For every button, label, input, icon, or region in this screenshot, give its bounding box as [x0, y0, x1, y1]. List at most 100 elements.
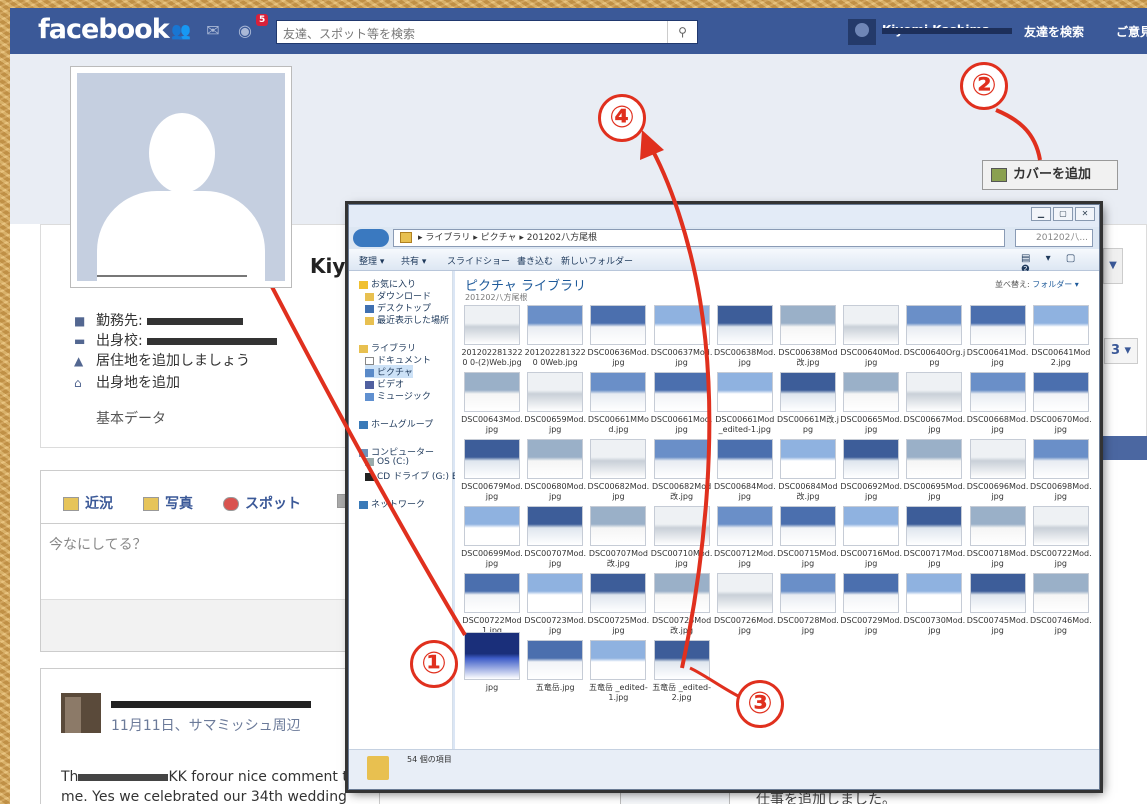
file-thumbnail[interactable]: [1032, 573, 1089, 613]
search-input[interactable]: 友達、スポット等を検索 ⚲: [276, 20, 698, 44]
story-authors[interactable]: [111, 697, 311, 712]
file-thumbnail[interactable]: [780, 372, 836, 412]
profile-picture[interactable]: [70, 66, 292, 288]
nav-drive-c[interactable]: OS (C:): [365, 457, 409, 467]
file-thumbnail[interactable]: [527, 506, 584, 546]
nav-drive-g[interactable]: CD ドライブ (G:) El: [365, 469, 460, 482]
file-thumbnail[interactable]: [653, 372, 710, 412]
nav-music[interactable]: ミュージック: [365, 389, 431, 402]
avatar[interactable]: [61, 693, 101, 733]
file-thumbnail[interactable]: [843, 305, 900, 345]
file-thumbnail[interactable]: [527, 372, 584, 412]
file-thumbnail[interactable]: [843, 372, 900, 412]
file-name: DSC00679Mod.jpg: [461, 482, 523, 501]
window-titlebar[interactable]: ▁ ▢ ✕: [349, 205, 1099, 227]
file-thumbnail[interactable]: [653, 439, 710, 479]
add-hometown-link[interactable]: ⌂ 出身地を追加: [74, 372, 180, 392]
file-thumbnail[interactable]: [590, 573, 647, 613]
file-thumbnail[interactable]: [527, 640, 584, 680]
maximize-button[interactable]: ▢: [1053, 207, 1073, 221]
file-thumbnail[interactable]: [1032, 305, 1089, 345]
avatar[interactable]: [848, 19, 876, 45]
file-thumbnail[interactable]: [464, 439, 520, 479]
file-thumbnail[interactable]: [590, 640, 647, 680]
burn-button[interactable]: 書き込む: [517, 254, 553, 267]
user-name-link[interactable]: Kiyomi Kashima: [882, 23, 1012, 37]
file-thumbnail[interactable]: [906, 372, 963, 412]
nav-homegroup[interactable]: ホームグループ: [359, 417, 433, 430]
file-thumbnail[interactable]: [716, 372, 773, 412]
file-thumbnail[interactable]: [653, 506, 710, 546]
basic-data-link[interactable]: 基本データ: [96, 408, 166, 428]
chevron-down-icon[interactable]: ▼: [1103, 248, 1123, 284]
file-name: DSC00665Mod.jpg: [840, 415, 903, 434]
file-thumbnail[interactable]: [969, 372, 1026, 412]
file-name: DSC00725Mod 改.jpg: [652, 616, 712, 635]
add-residence-link[interactable]: ▲ 居住地を追加しましょう: [74, 350, 250, 370]
file-thumbnail[interactable]: [590, 305, 647, 345]
file-thumbnail[interactable]: [653, 573, 710, 613]
file-thumbnail[interactable]: [843, 506, 900, 546]
file-thumbnail[interactable]: [464, 372, 520, 412]
new-folder-button[interactable]: 新しいフォルダー: [561, 254, 633, 267]
file-thumbnail[interactable]: [969, 573, 1026, 613]
tab-photo[interactable]: 写真: [143, 493, 193, 513]
tab-spot[interactable]: スポット: [223, 493, 301, 513]
facebook-logo[interactable]: facebook: [38, 14, 170, 45]
file-thumbnail[interactable]: [843, 573, 900, 613]
file-thumbnail[interactable]: [780, 573, 836, 613]
file-thumbnail[interactable]: [843, 439, 900, 479]
file-thumbnail[interactable]: [780, 305, 836, 345]
file-thumbnail[interactable]: [716, 439, 773, 479]
find-friends-link[interactable]: 友達を検索: [1024, 23, 1084, 40]
file-thumbnail[interactable]: [464, 573, 520, 613]
slideshow-button[interactable]: スライドショー: [447, 254, 510, 267]
file-thumbnail[interactable]: [464, 305, 520, 345]
count-dropdown[interactable]: 3 ▾: [1104, 338, 1138, 364]
nav-recent[interactable]: 最近表示した場所: [365, 313, 449, 326]
status-input[interactable]: 今なにしてる？: [41, 523, 379, 599]
sort-by[interactable]: 並べ替え: フォルダー ▾: [995, 279, 1079, 290]
address-bar[interactable]: ▸ ライブラリ ▸ ピクチャ ▸ 201202八方尾根: [393, 229, 1005, 247]
minimize-button[interactable]: ▁: [1031, 207, 1051, 221]
file-thumbnail[interactable]: [590, 506, 647, 546]
notifications-icon[interactable]: ◉: [234, 21, 256, 41]
file-thumbnail[interactable]: [1032, 439, 1089, 479]
file-thumbnail[interactable]: [1032, 506, 1089, 546]
file-thumbnail[interactable]: [716, 305, 773, 345]
feedback-link[interactable]: ご意見: [1116, 23, 1147, 40]
file-thumbnail[interactable]: [464, 632, 520, 680]
file-thumbnail[interactable]: [906, 439, 963, 479]
share-button[interactable]: 共有 ▾: [401, 254, 426, 267]
friend-requests-icon[interactable]: 👥: [170, 21, 192, 41]
back-forward-buttons[interactable]: [353, 229, 389, 247]
file-thumbnail[interactable]: [527, 573, 584, 613]
file-thumbnail[interactable]: [590, 439, 647, 479]
close-button[interactable]: ✕: [1075, 207, 1095, 221]
file-thumbnail[interactable]: [780, 439, 836, 479]
file-thumbnail[interactable]: [969, 506, 1026, 546]
file-thumbnail[interactable]: [780, 506, 836, 546]
folder-search-input[interactable]: 201202八...: [1015, 229, 1093, 247]
file-thumbnail[interactable]: [527, 439, 584, 479]
file-thumbnail[interactable]: [653, 305, 710, 345]
file-thumbnail[interactable]: [969, 439, 1026, 479]
file-thumbnail[interactable]: [716, 573, 773, 613]
story-date[interactable]: 11月11日、サマミッシュ周辺: [111, 715, 301, 735]
file-thumbnail[interactable]: [906, 305, 963, 345]
file-thumbnail[interactable]: [1032, 372, 1089, 412]
organize-button[interactable]: 整理 ▾: [359, 254, 384, 267]
file-thumbnail[interactable]: [969, 305, 1026, 345]
search-icon[interactable]: ⚲: [667, 21, 697, 43]
messages-icon[interactable]: ✉: [202, 21, 224, 41]
file-thumbnail[interactable]: [716, 506, 773, 546]
file-thumbnail[interactable]: [906, 573, 963, 613]
tab-status[interactable]: 近況: [63, 493, 113, 513]
file-thumbnail[interactable]: [527, 305, 584, 345]
file-thumbnail[interactable]: [906, 506, 963, 546]
file-thumbnail[interactable]: [464, 506, 520, 546]
add-cover-button[interactable]: カバーを追加: [982, 160, 1118, 190]
file-thumbnail[interactable]: [590, 372, 647, 412]
file-thumbnail[interactable]: [653, 640, 710, 680]
nav-network[interactable]: ネットワーク: [359, 497, 425, 510]
